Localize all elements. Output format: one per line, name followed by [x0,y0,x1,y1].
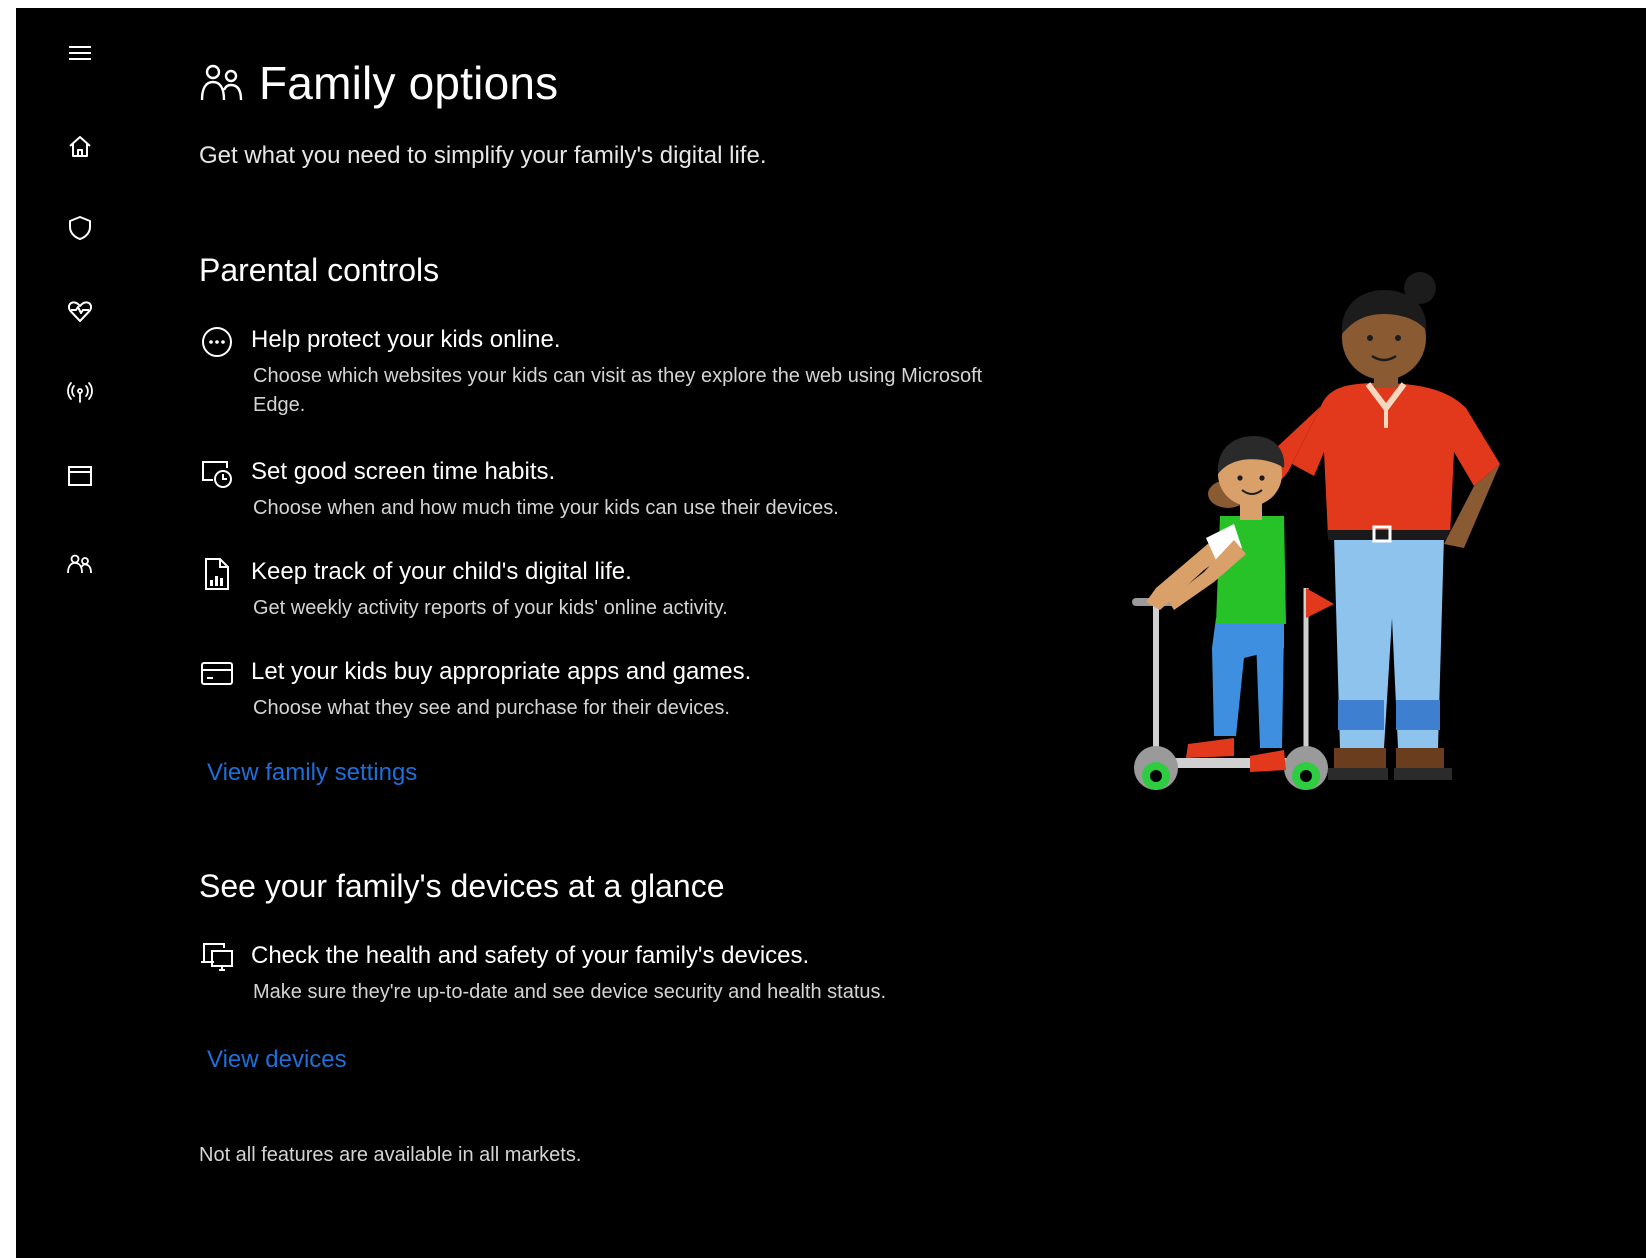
page-subtitle: Get what you need to simplify your famil… [199,142,767,169]
heartbeat-icon[interactable] [60,291,100,331]
family-icon [200,64,243,101]
markets-footnote: Not all features are available in all ma… [199,1144,582,1166]
app-window: Family options Get what you need to simp… [16,8,1646,1258]
feature-description: Choose when and how much time your kids … [253,497,839,519]
parental-controls-heading: Parental controls [199,252,440,288]
feature-title: Let your kids buy appropriate apps and g… [251,658,752,685]
feature-description: Make sure they're up-to-date and see dev… [253,981,887,1003]
feature-description: Get weekly activity reports of your kids… [253,597,728,619]
home-icon[interactable] [60,126,100,166]
hamburger-menu-icon[interactable] [60,34,100,74]
family-icon[interactable] [60,544,100,584]
navigation-rail [16,8,136,1258]
credit-card-icon [199,656,235,692]
feature-title: Set good screen time habits. [251,458,556,485]
view-devices-link[interactable]: View devices [207,1046,347,1074]
page-header: Family options [199,56,558,110]
wireless-antenna-icon[interactable] [60,372,100,412]
browser-window-icon[interactable] [60,456,100,496]
feature-title: Keep track of your child's digital life. [251,558,632,585]
page-title: Family options [259,57,559,109]
activity-report-icon [199,556,235,592]
shield-icon[interactable] [60,208,100,248]
feature-description: Choose which websites your kids can visi… [253,365,983,416]
view-family-settings-link[interactable]: View family settings [207,759,417,787]
screen-time-clock-icon [199,456,235,492]
devices-icon [199,940,235,976]
feature-title: Help protect your kids online. [251,326,561,353]
feature-title: Check the health and safety of your fami… [251,942,810,969]
smiley-face-icon [199,324,235,360]
devices-section-heading: See your family's devices at a glance [199,868,725,904]
feature-description: Choose what they see and purchase for th… [253,697,730,719]
family-illustration [1132,272,1500,790]
